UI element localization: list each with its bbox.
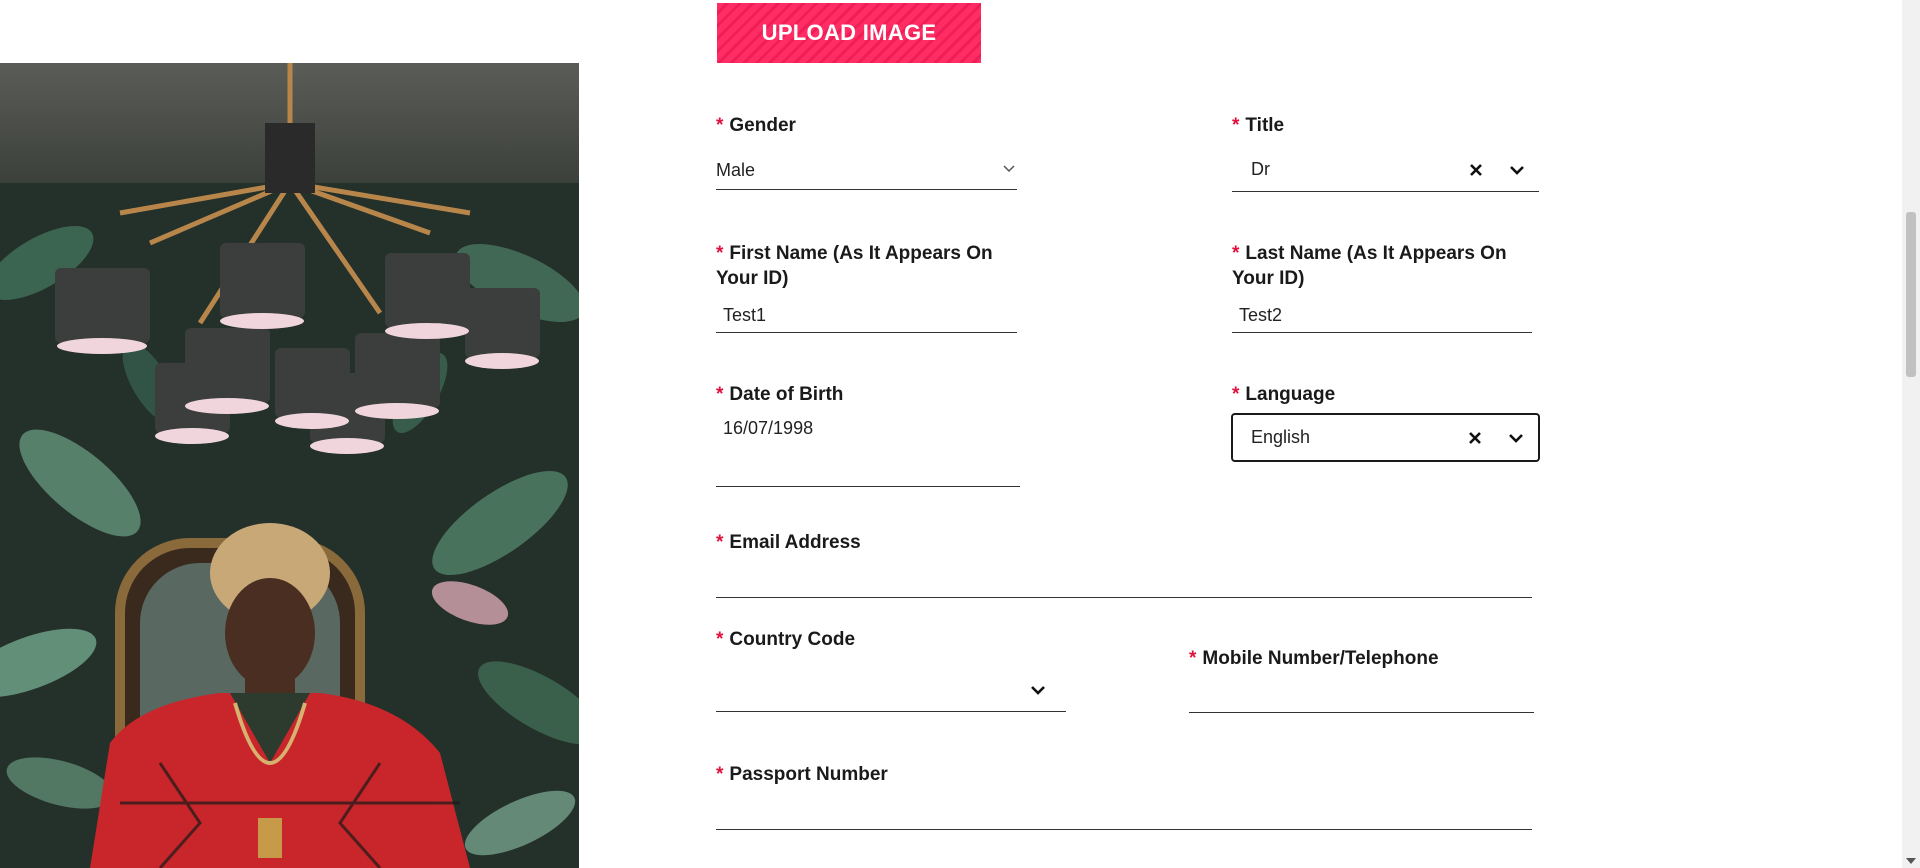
passport-input[interactable] bbox=[716, 794, 1532, 830]
title-select[interactable]: Dr bbox=[1232, 148, 1539, 192]
chevron-down-icon bbox=[1003, 165, 1015, 173]
chevron-down-icon[interactable] bbox=[1509, 165, 1525, 175]
gender-label: * Gender bbox=[716, 115, 796, 136]
language-label: * Language bbox=[1232, 384, 1336, 405]
first-name-label: * First Name (As It Appears On Your ID) bbox=[716, 243, 993, 289]
first-name-input[interactable]: Test1 bbox=[716, 298, 1017, 333]
close-icon[interactable] bbox=[1468, 431, 1482, 445]
gender-value: Male bbox=[716, 160, 756, 180]
passport-label: * Passport Number bbox=[716, 764, 888, 785]
hero-photo bbox=[0, 63, 579, 868]
email-input[interactable] bbox=[716, 562, 1532, 598]
email-label: * Email Address bbox=[716, 532, 861, 553]
mobile-input[interactable] bbox=[1189, 678, 1534, 713]
gender-select[interactable]: Male bbox=[716, 152, 1017, 190]
close-icon[interactable] bbox=[1469, 163, 1483, 177]
dob-label: * Date of Birth bbox=[716, 384, 844, 405]
page-scrollbar[interactable] bbox=[1902, 0, 1920, 868]
language-value: English bbox=[1251, 427, 1311, 447]
last-name-label: * Last Name (As It Appears On Your ID) bbox=[1232, 243, 1507, 289]
scrollbar-thumb[interactable] bbox=[1906, 212, 1916, 377]
dob-input[interactable]: 16/07/1998 bbox=[716, 418, 1020, 487]
upload-image-button[interactable]: UPLOAD IMAGE bbox=[717, 3, 981, 63]
last-name-input[interactable]: Test2 bbox=[1232, 298, 1532, 333]
scroll-down-arrow-icon[interactable] bbox=[1906, 858, 1916, 864]
title-label: * Title bbox=[1232, 115, 1285, 136]
mobile-label: * Mobile Number/Telephone bbox=[1189, 648, 1439, 669]
country-code-label: * Country Code bbox=[716, 629, 856, 650]
country-code-select[interactable] bbox=[716, 668, 1066, 712]
title-value: Dr bbox=[1251, 159, 1270, 179]
chevron-down-icon[interactable] bbox=[1508, 433, 1524, 443]
language-select[interactable]: English bbox=[1231, 413, 1540, 462]
chevron-down-icon[interactable] bbox=[1030, 685, 1046, 695]
